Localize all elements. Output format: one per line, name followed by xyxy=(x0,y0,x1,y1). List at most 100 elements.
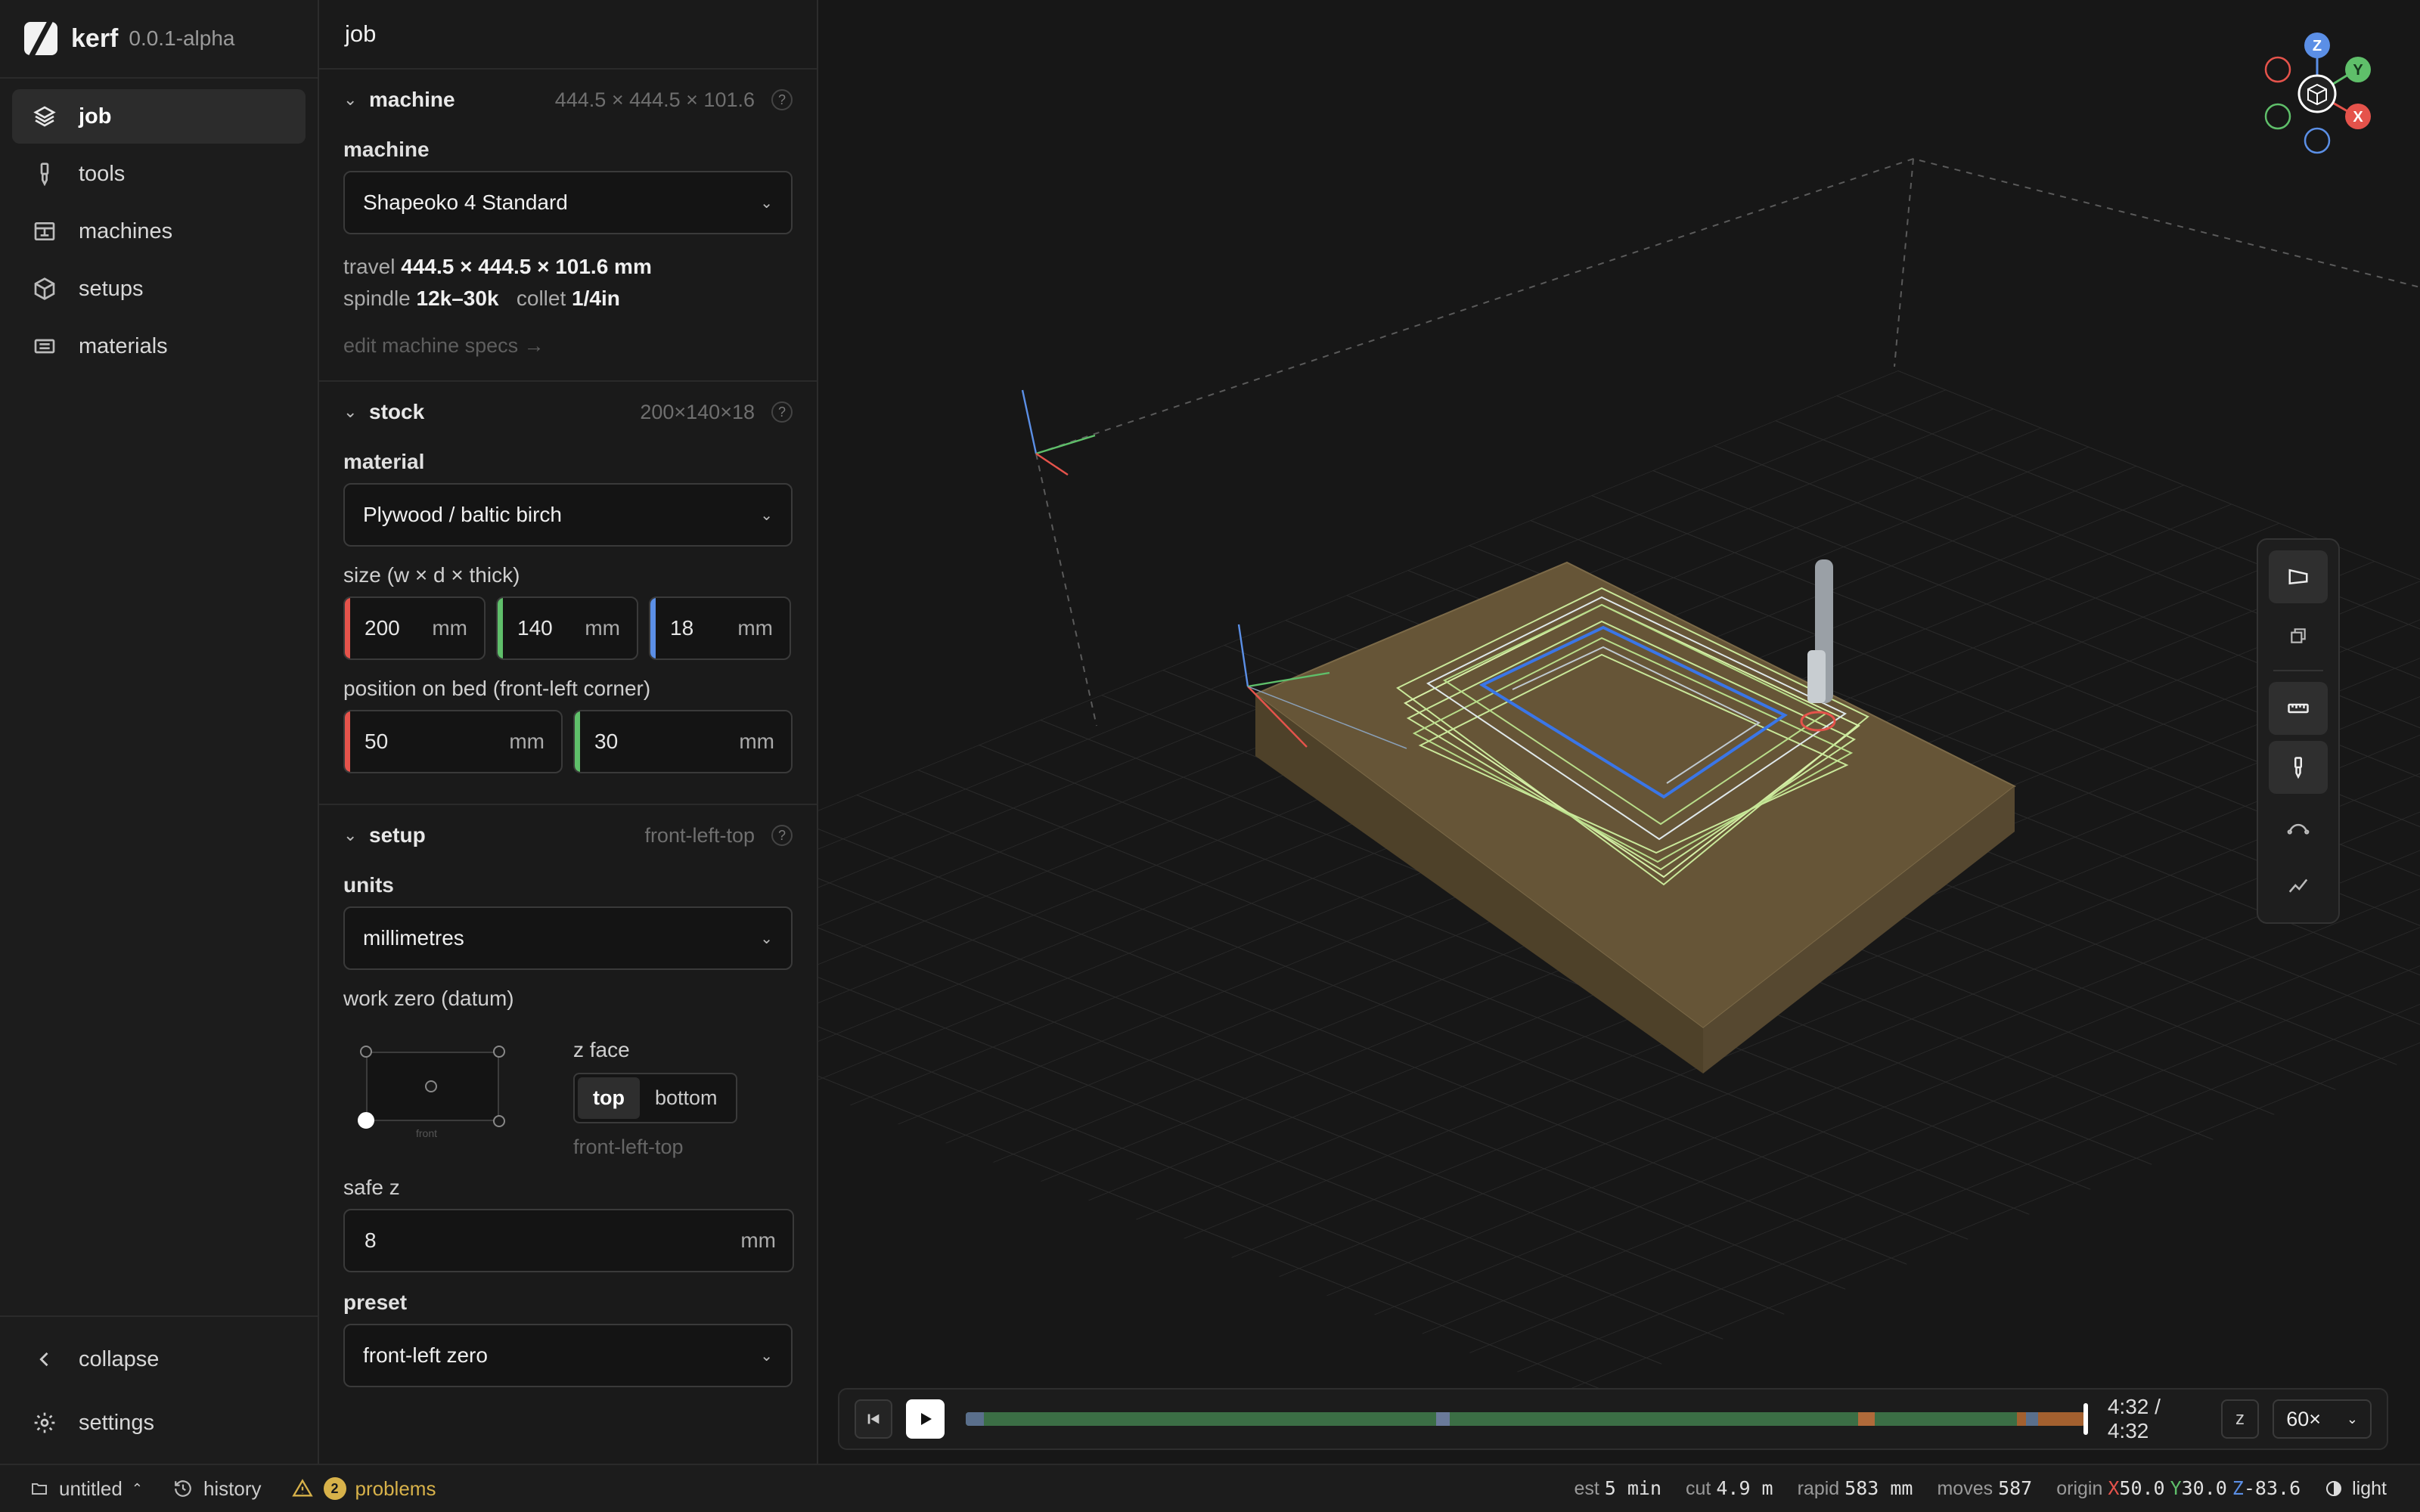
chevron-down-icon: ⌄ xyxy=(343,826,358,844)
setup-meta: front-left-top xyxy=(644,823,755,847)
size-label: size (w × d × thick) xyxy=(343,563,520,587)
preset-label: preset xyxy=(343,1290,408,1314)
stock-section-header[interactable]: ⌄ stock 200×140×18 ? xyxy=(343,382,793,442)
help-icon[interactable]: ? xyxy=(771,401,793,423)
material-icon xyxy=(32,333,57,359)
history-label: history xyxy=(203,1476,262,1500)
playback-speed-select[interactable]: 60× ⌄ xyxy=(2273,1399,2372,1439)
datum-corner-front-right[interactable] xyxy=(493,1115,505,1127)
unit-label: mm xyxy=(737,616,773,640)
work-zero-label: work zero (datum) xyxy=(343,987,514,1010)
playback-bar: 4:32 / 4:32 z 60× ⌄ xyxy=(838,1388,2388,1450)
z-face-top[interactable]: top xyxy=(578,1077,640,1119)
rewind-button[interactable] xyxy=(855,1399,893,1439)
width-input[interactable]: 200 mm xyxy=(343,596,486,660)
material-select[interactable]: Plywood / baltic birch ⌄ xyxy=(343,483,793,547)
unit-label: mm xyxy=(585,616,620,640)
perspective-view-button[interactable] xyxy=(2269,550,2328,603)
units-select[interactable]: millimetres ⌄ xyxy=(343,906,793,970)
unit-label: mm xyxy=(432,616,467,640)
gizmo-x-label: X xyxy=(2353,109,2363,125)
chevron-down-icon: ⌄ xyxy=(760,507,773,524)
history-icon xyxy=(173,1479,193,1498)
view-toolbar xyxy=(2257,538,2340,924)
problems-button[interactable]: 2 problems xyxy=(291,1477,436,1501)
gear-icon xyxy=(32,1410,57,1436)
chevron-down-icon: ⌄ xyxy=(343,402,358,421)
sidebar-nav: job tools machines setups materials xyxy=(0,79,318,387)
unit-label: mm xyxy=(509,730,544,753)
position-x-value: 50 xyxy=(365,730,389,753)
datum-corner-back-right[interactable] xyxy=(493,1046,505,1058)
thickness-input[interactable]: 18 mm xyxy=(649,596,791,660)
z-face-toggle: top bottom xyxy=(573,1073,737,1123)
position-x-input[interactable]: 50 mm xyxy=(343,710,563,773)
help-icon[interactable]: ? xyxy=(771,89,793,110)
z-face-label: z face xyxy=(573,1038,630,1061)
play-button[interactable] xyxy=(906,1399,945,1439)
edit-machine-specs-link[interactable]: edit machine specs → xyxy=(343,334,793,358)
toolbar-divider xyxy=(2273,670,2323,671)
unit-label: mm xyxy=(740,1228,776,1252)
z-face-bottom[interactable]: bottom xyxy=(640,1077,733,1119)
playback-time: 4:32 / 4:32 xyxy=(2107,1395,2161,1442)
datum-corner-front-left[interactable] xyxy=(358,1112,374,1129)
rapid-moves-button[interactable] xyxy=(2269,800,2328,853)
rapid-label: rapid xyxy=(1797,1478,1840,1499)
setup-section-header[interactable]: ⌄ setup front-left-top ? xyxy=(343,805,793,866)
collet-label: collet xyxy=(516,287,566,310)
sidebar-item-job[interactable]: job xyxy=(12,89,306,144)
width-value: 200 xyxy=(365,616,400,640)
sidebar-item-tools[interactable]: tools xyxy=(12,147,306,201)
datum-corner-back-left[interactable] xyxy=(360,1046,372,1058)
ortho-view-button[interactable] xyxy=(2269,609,2328,662)
travel-label: travel xyxy=(343,255,396,278)
cut-label: cut xyxy=(1686,1478,1711,1499)
status-bar: untitled ⌃ history 2 problems est 5 min … xyxy=(0,1464,2420,1512)
z-toggle-button[interactable]: z xyxy=(2220,1399,2260,1439)
machine-select[interactable]: Shapeoko 4 Standard ⌄ xyxy=(343,171,793,234)
theme-toggle[interactable]: light xyxy=(2325,1478,2387,1500)
machine-section-header[interactable]: ⌄ machine 444.5 × 444.5 × 101.6 ? xyxy=(343,70,793,130)
position-row: 50 mm 30 mm xyxy=(343,710,793,773)
scene-canvas[interactable] xyxy=(818,0,2420,1464)
timeline-scrubber[interactable] xyxy=(958,1403,2088,1435)
sidebar-item-setups[interactable]: setups xyxy=(12,262,306,316)
3d-viewport[interactable]: Z Y X xyxy=(818,0,2420,1464)
speed-value: 60× xyxy=(2286,1407,2322,1430)
settings-button[interactable]: settings xyxy=(12,1393,306,1453)
sidebar-item-materials[interactable]: materials xyxy=(12,319,306,373)
material-label: material xyxy=(343,450,425,473)
origin-x-value: 50.0 xyxy=(2119,1477,2165,1499)
origin-y-value: 30.0 xyxy=(2181,1477,2227,1499)
chart-toggle-button[interactable] xyxy=(2269,859,2328,912)
kerf-logo xyxy=(24,22,57,55)
position-y-input[interactable]: 30 mm xyxy=(573,710,793,773)
endmill-icon xyxy=(32,161,57,187)
safe-z-input[interactable]: 8 mm xyxy=(343,1209,794,1272)
depth-input[interactable]: 140 mm xyxy=(496,596,638,660)
preset-select[interactable]: front-left zero ⌄ xyxy=(343,1324,793,1387)
ruler-toggle-button[interactable] xyxy=(2269,682,2328,735)
chevron-left-icon xyxy=(32,1346,57,1372)
timeline-thumb[interactable] xyxy=(2083,1403,2088,1435)
machine-dims: 444.5 × 444.5 × 101.6 xyxy=(554,88,755,111)
units-select-value: millimetres xyxy=(363,926,464,950)
cut-value: 4.9 m xyxy=(1716,1477,1773,1499)
chevron-down-icon: ⌄ xyxy=(2346,1411,2359,1427)
file-menu[interactable]: untitled ⌃ xyxy=(30,1477,143,1501)
gizmo-y-label: Y xyxy=(2353,62,2363,79)
view-gizmo[interactable]: Z Y X xyxy=(2261,30,2382,166)
brand: kerf 0.0.1-alpha xyxy=(0,0,318,79)
collapse-button[interactable]: collapse xyxy=(12,1329,306,1390)
spindle-label: spindle xyxy=(343,287,411,310)
datum-value: front-left-top xyxy=(573,1136,684,1158)
sidebar-item-machines[interactable]: machines xyxy=(12,204,306,259)
origin-z-label: Z xyxy=(2232,1477,2244,1499)
sidebar-footer: collapse settings xyxy=(0,1315,318,1464)
datum-center[interactable] xyxy=(425,1080,437,1092)
tool-visibility-button[interactable] xyxy=(2269,741,2328,794)
gizmo-z-label: Z xyxy=(2313,38,2322,54)
history-button[interactable]: history xyxy=(173,1477,262,1501)
help-icon[interactable]: ? xyxy=(771,825,793,846)
